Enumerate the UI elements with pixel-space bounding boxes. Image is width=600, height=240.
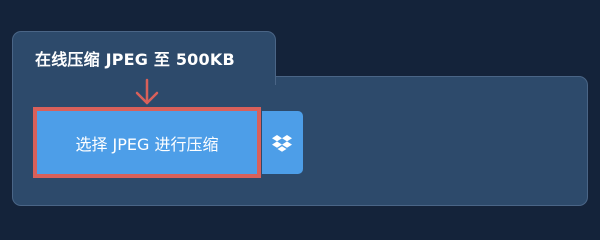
- select-jpeg-button[interactable]: 选择 JPEG 进行压缩: [37, 111, 257, 174]
- panel-tab: 在线压缩 JPEG 至 500KB: [12, 31, 276, 85]
- dropbox-icon: [272, 135, 292, 152]
- panel-title: 在线压缩 JPEG 至 500KB: [35, 50, 235, 69]
- arrow-down-icon: [135, 78, 159, 105]
- dropbox-button[interactable]: [262, 111, 303, 174]
